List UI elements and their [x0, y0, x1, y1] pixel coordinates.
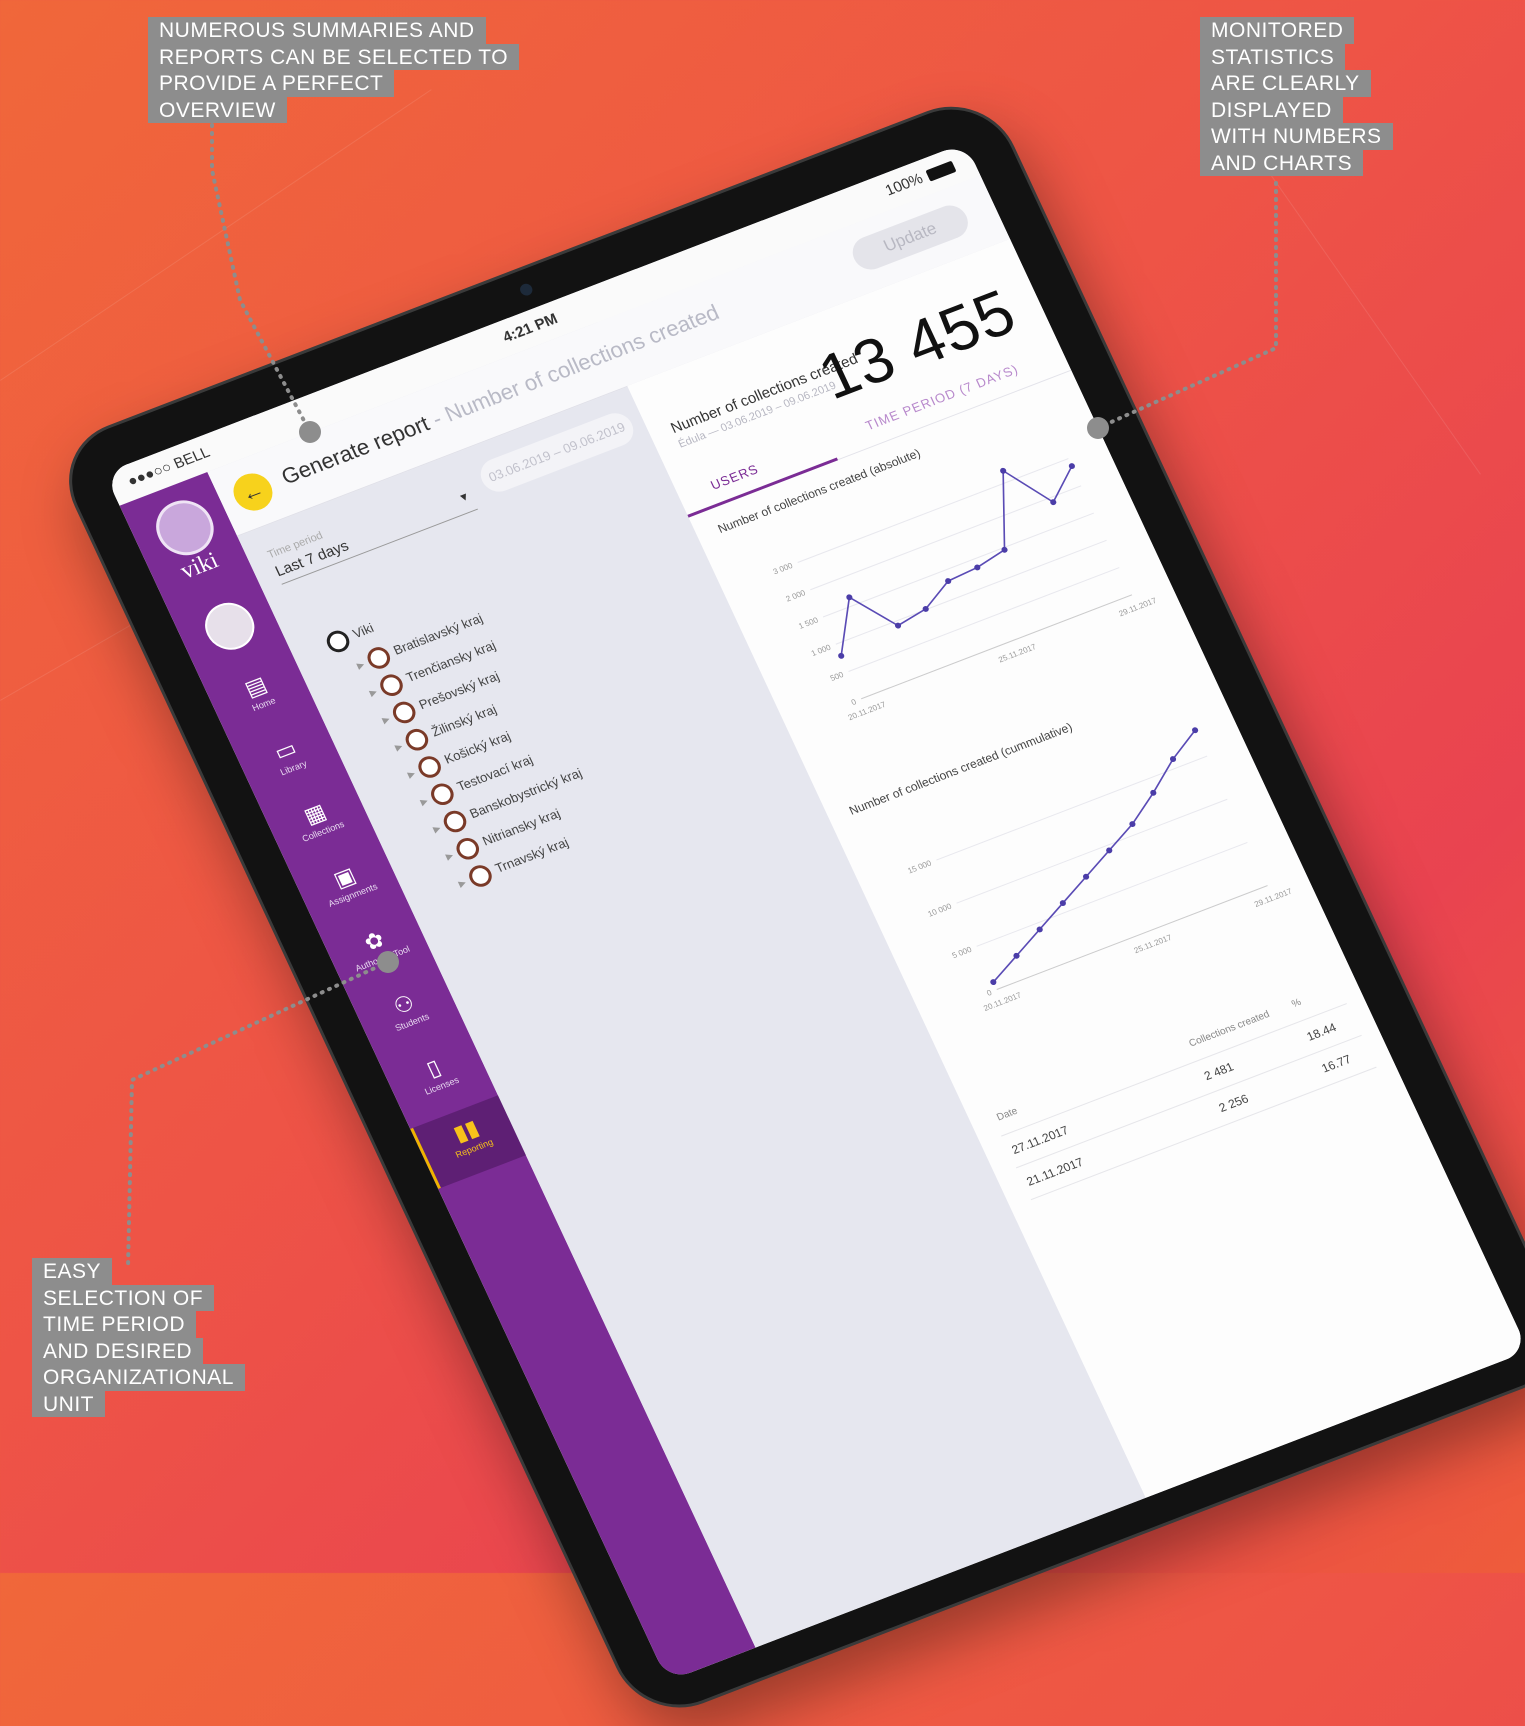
callout-line: UNIT — [32, 1390, 105, 1417]
callout-time-period: EASY SELECTION OF TIME PERIOD AND DESIRE… — [32, 1258, 245, 1417]
callout-line: AND DESIRED — [32, 1337, 204, 1364]
callout-statistics: MONITORED STATISTICS ARE CLEARLY DISPLAY… — [1200, 17, 1393, 176]
callout-line: SELECTION OF — [32, 1284, 215, 1311]
leader-statistics — [1096, 181, 1278, 430]
callout-line: ORGANIZATIONAL — [32, 1364, 245, 1391]
leader-time-period — [126, 960, 390, 1270]
callout-line: WITH NUMBERS — [1200, 123, 1393, 150]
callout-line: DISPLAYED — [1200, 96, 1343, 123]
leader-reports — [210, 123, 312, 434]
callout-dot-reports — [299, 421, 321, 443]
callout-line: MONITORED — [1200, 17, 1355, 44]
callout-line: EASY — [32, 1258, 113, 1285]
callout-line: NUMEROUS SUMMARIES AND — [148, 17, 486, 44]
callout-line: AND CHARTS — [1200, 149, 1364, 176]
callout-line: REPORTS CAN BE SELECTED TO — [148, 43, 520, 70]
callout-line: TIME PERIOD — [32, 1311, 197, 1338]
callout-reports: NUMEROUS SUMMARIES AND REPORTS CAN BE SE… — [148, 17, 520, 123]
callout-line: OVERVIEW — [148, 96, 287, 123]
callout-dot-statistics — [1087, 417, 1109, 439]
callout-line: ARE CLEARLY — [1200, 70, 1371, 97]
callout-dot-time-period — [377, 951, 399, 973]
callout-line: PROVIDE A PERFECT — [148, 70, 395, 97]
callout-line: STATISTICS — [1200, 43, 1346, 70]
